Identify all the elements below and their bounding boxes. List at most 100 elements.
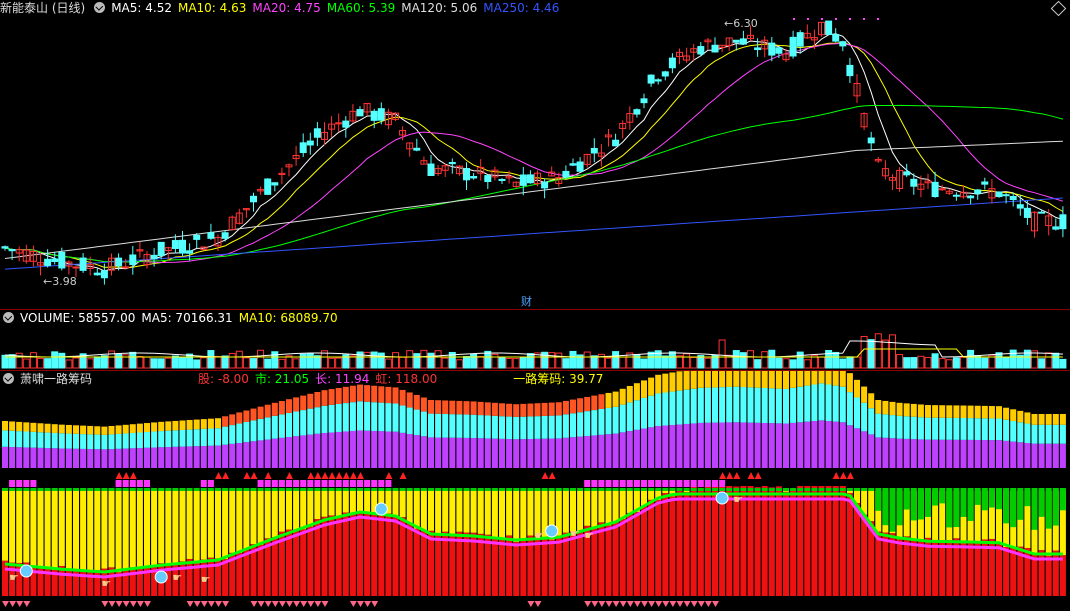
chip-bar-top (293, 397, 300, 412)
candle-body (115, 257, 123, 267)
chip-bar-green (286, 488, 292, 491)
settings-icon[interactable] (3, 312, 14, 323)
buy-signal-circle[interactable] (545, 524, 559, 538)
chip-bar-top (648, 377, 655, 396)
chip-bar-yellow (605, 491, 612, 526)
chip-bar-yellow (584, 491, 591, 526)
chip-bar-red (669, 496, 676, 596)
chip-bar-purple (626, 431, 633, 468)
chip-bar-cyan (179, 429, 186, 447)
chip-bar-green (342, 488, 349, 491)
volume-bar (761, 351, 769, 369)
chip-bar-green (939, 488, 946, 504)
chip-bar-cyan (925, 417, 931, 440)
volume-bar (541, 351, 549, 369)
candle-body (576, 161, 584, 172)
chip-bar-green (477, 488, 484, 491)
signal-up-triangle (399, 472, 407, 479)
chip-bar-green (655, 488, 662, 491)
chip-bar-purple (165, 447, 172, 468)
chip-bar-top (697, 371, 704, 388)
chip-bar-purple (293, 436, 300, 468)
settings-icon[interactable] (94, 2, 106, 13)
volume-bar (306, 353, 314, 369)
chip-bar-green (669, 488, 676, 491)
chip-bar-green (491, 488, 498, 491)
heart-marker (612, 601, 620, 607)
chip-bar-top (719, 371, 726, 388)
chip-bar-red (960, 543, 967, 596)
signal-up-triangle (349, 472, 357, 479)
chip-bar-top (463, 401, 470, 415)
chip-bar-red (747, 486, 754, 596)
chip-bar-cyan (605, 407, 612, 435)
chip-chart[interactable]: ☛ ☛ ☛ ☛ ☛ ☛ ☛ ☛ (0, 371, 1070, 611)
heart-marker (534, 601, 542, 607)
chip-bar-top (207, 418, 214, 429)
chip-bar-green (690, 488, 697, 491)
chip-bar-top (2, 421, 8, 431)
chip-bar-purple (378, 431, 385, 468)
price-pane[interactable]: 新能泰山 (日线) MA5: 4.52 MA10: 4.63 MA20: 4.75 MA… (0, 0, 1070, 310)
chip-bar-top (122, 424, 129, 434)
chip-bar-red (825, 486, 832, 596)
chip-bar-top (342, 386, 349, 404)
signal-up-triangle (314, 472, 322, 479)
volume-bar (292, 358, 300, 369)
chip-bar-red (946, 540, 953, 596)
chip-bar-yellow (477, 491, 484, 534)
signal-up-triangle (215, 472, 222, 479)
volume-bar (1009, 349, 1017, 369)
chip-pane[interactable]: 萧啸一路筹码 股: -8.00 市: 21.05 长: 11.94 虹: 118.00 一… (0, 371, 1070, 611)
chip-bar-cyan (94, 434, 101, 450)
finance-marker[interactable]: 财 (521, 293, 532, 309)
chip-bar-red (1003, 546, 1010, 596)
chip-bar-top (278, 401, 285, 415)
chip-bar-top (577, 398, 584, 413)
signal-square (584, 480, 591, 487)
ma-indicator-list: MA5: 4.52 MA10: 4.63 MA20: 4.75 MA60: 5.39 M… (111, 1, 565, 15)
chip-bar-cyan (854, 397, 860, 429)
signal-square (655, 480, 662, 487)
chip-bar-purple (804, 421, 811, 468)
volume-pane[interactable]: VOLUME: 58557.00 MA5: 70166.31 MA10: 68089… (0, 310, 1070, 370)
chip-bar-purple (179, 446, 186, 468)
chip-bar-cyan (783, 388, 789, 424)
signal-square (364, 480, 371, 487)
volume-bar (505, 357, 513, 369)
chip-bar-cyan (591, 410, 598, 436)
signal-square (122, 480, 129, 487)
chip-bar-red (520, 538, 527, 596)
chip-bar-yellow (144, 491, 150, 569)
high-arrow-icon: ← (724, 17, 734, 30)
candlestick-chart[interactable] (0, 0, 1070, 310)
candle-body (470, 176, 478, 179)
chip-bar-cyan (1010, 421, 1017, 442)
chip-bar-top (58, 424, 65, 434)
signal-up-triangle (832, 472, 840, 479)
candle-body (931, 181, 939, 198)
buy-signal-circle[interactable] (154, 570, 168, 584)
chip-bar-top (548, 402, 555, 416)
buy-signal-circle[interactable] (715, 491, 729, 505)
chip-bar-top (882, 400, 889, 415)
heart-marker (23, 601, 31, 607)
chip-bar-green (775, 488, 782, 491)
chip-bar-purple (2, 446, 8, 468)
chip-bar-green (712, 488, 718, 491)
volume-bar (200, 357, 208, 369)
signal-square (16, 480, 23, 487)
buy-signal-circle[interactable] (19, 564, 33, 578)
chip-bar-yellow (44, 491, 51, 569)
buy-signal-circle[interactable] (374, 502, 388, 516)
hand-pointer-icon: ☛ (201, 573, 211, 586)
chip-bar-cyan (612, 406, 619, 434)
chip-bar-top (51, 424, 58, 433)
chip-bar-yellow (335, 491, 342, 517)
settings-icon[interactable] (3, 373, 14, 384)
chip-bar-purple (768, 423, 775, 468)
signal-square (598, 480, 605, 487)
chip-bar-yellow (16, 491, 23, 563)
chip-bar-green (846, 488, 853, 491)
chip-bar-red (342, 512, 349, 596)
